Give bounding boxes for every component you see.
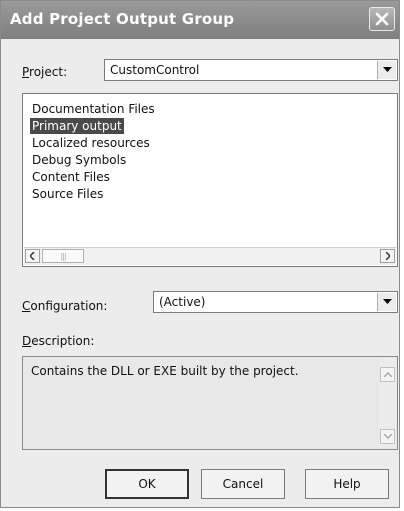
scroll-up-button[interactable] [380,367,395,382]
output-groups-list[interactable]: Documentation Files Primary output Local… [22,93,398,267]
project-select-value: CustomControl [110,63,200,77]
title-bar[interactable]: Add Project Output Group [1,1,399,39]
description-text: Contains the DLL or EXE built by the pro… [31,364,299,378]
list-item-documentation-files[interactable]: Documentation Files [30,101,157,117]
ok-button[interactable]: OK [105,469,189,499]
scroll-left-button[interactable] [25,249,40,263]
configuration-select[interactable]: (Active) [153,291,398,313]
project-dropdown-button[interactable] [377,61,396,79]
add-project-output-group-dialog: Add Project Output Group Project: Custom… [0,0,400,508]
description-label: Description: [22,334,95,348]
project-select[interactable]: CustomControl [104,59,398,81]
help-button[interactable]: Help [305,469,389,499]
configuration-dropdown-button[interactable] [377,293,396,311]
configuration-select-value: (Active) [159,295,206,309]
close-icon [375,12,389,26]
scroll-left-icon [30,252,35,260]
list-item-primary-output[interactable]: Primary output [30,118,124,134]
list-item-debug-symbols[interactable]: Debug Symbols [30,152,128,168]
cancel-button[interactable]: Cancel [201,469,285,499]
dropdown-arrow-icon [382,299,392,304]
list-item-source-files[interactable]: Source Files [30,186,105,202]
scroll-right-icon [385,252,390,260]
scroll-down-button[interactable] [380,429,395,444]
scroll-up-icon [383,372,392,377]
vertical-scrollbar[interactable] [379,358,396,448]
list-item-localized-resources[interactable]: Localized resources [30,135,152,151]
close-button[interactable] [369,7,395,31]
horizontal-scrollbar[interactable]: ||| [24,247,396,265]
scroll-right-button[interactable] [380,249,395,263]
description-box: Contains the DLL or EXE built by the pro… [22,356,398,450]
dropdown-arrow-icon [382,67,392,72]
list-item-content-files[interactable]: Content Files [30,169,112,185]
scroll-down-icon [383,434,392,439]
project-label: Project: [22,65,68,79]
horizontal-scroll-thumb[interactable]: ||| [42,249,84,263]
configuration-label: Configuration: [22,299,108,313]
dialog-title: Add Project Output Group [10,10,235,28]
